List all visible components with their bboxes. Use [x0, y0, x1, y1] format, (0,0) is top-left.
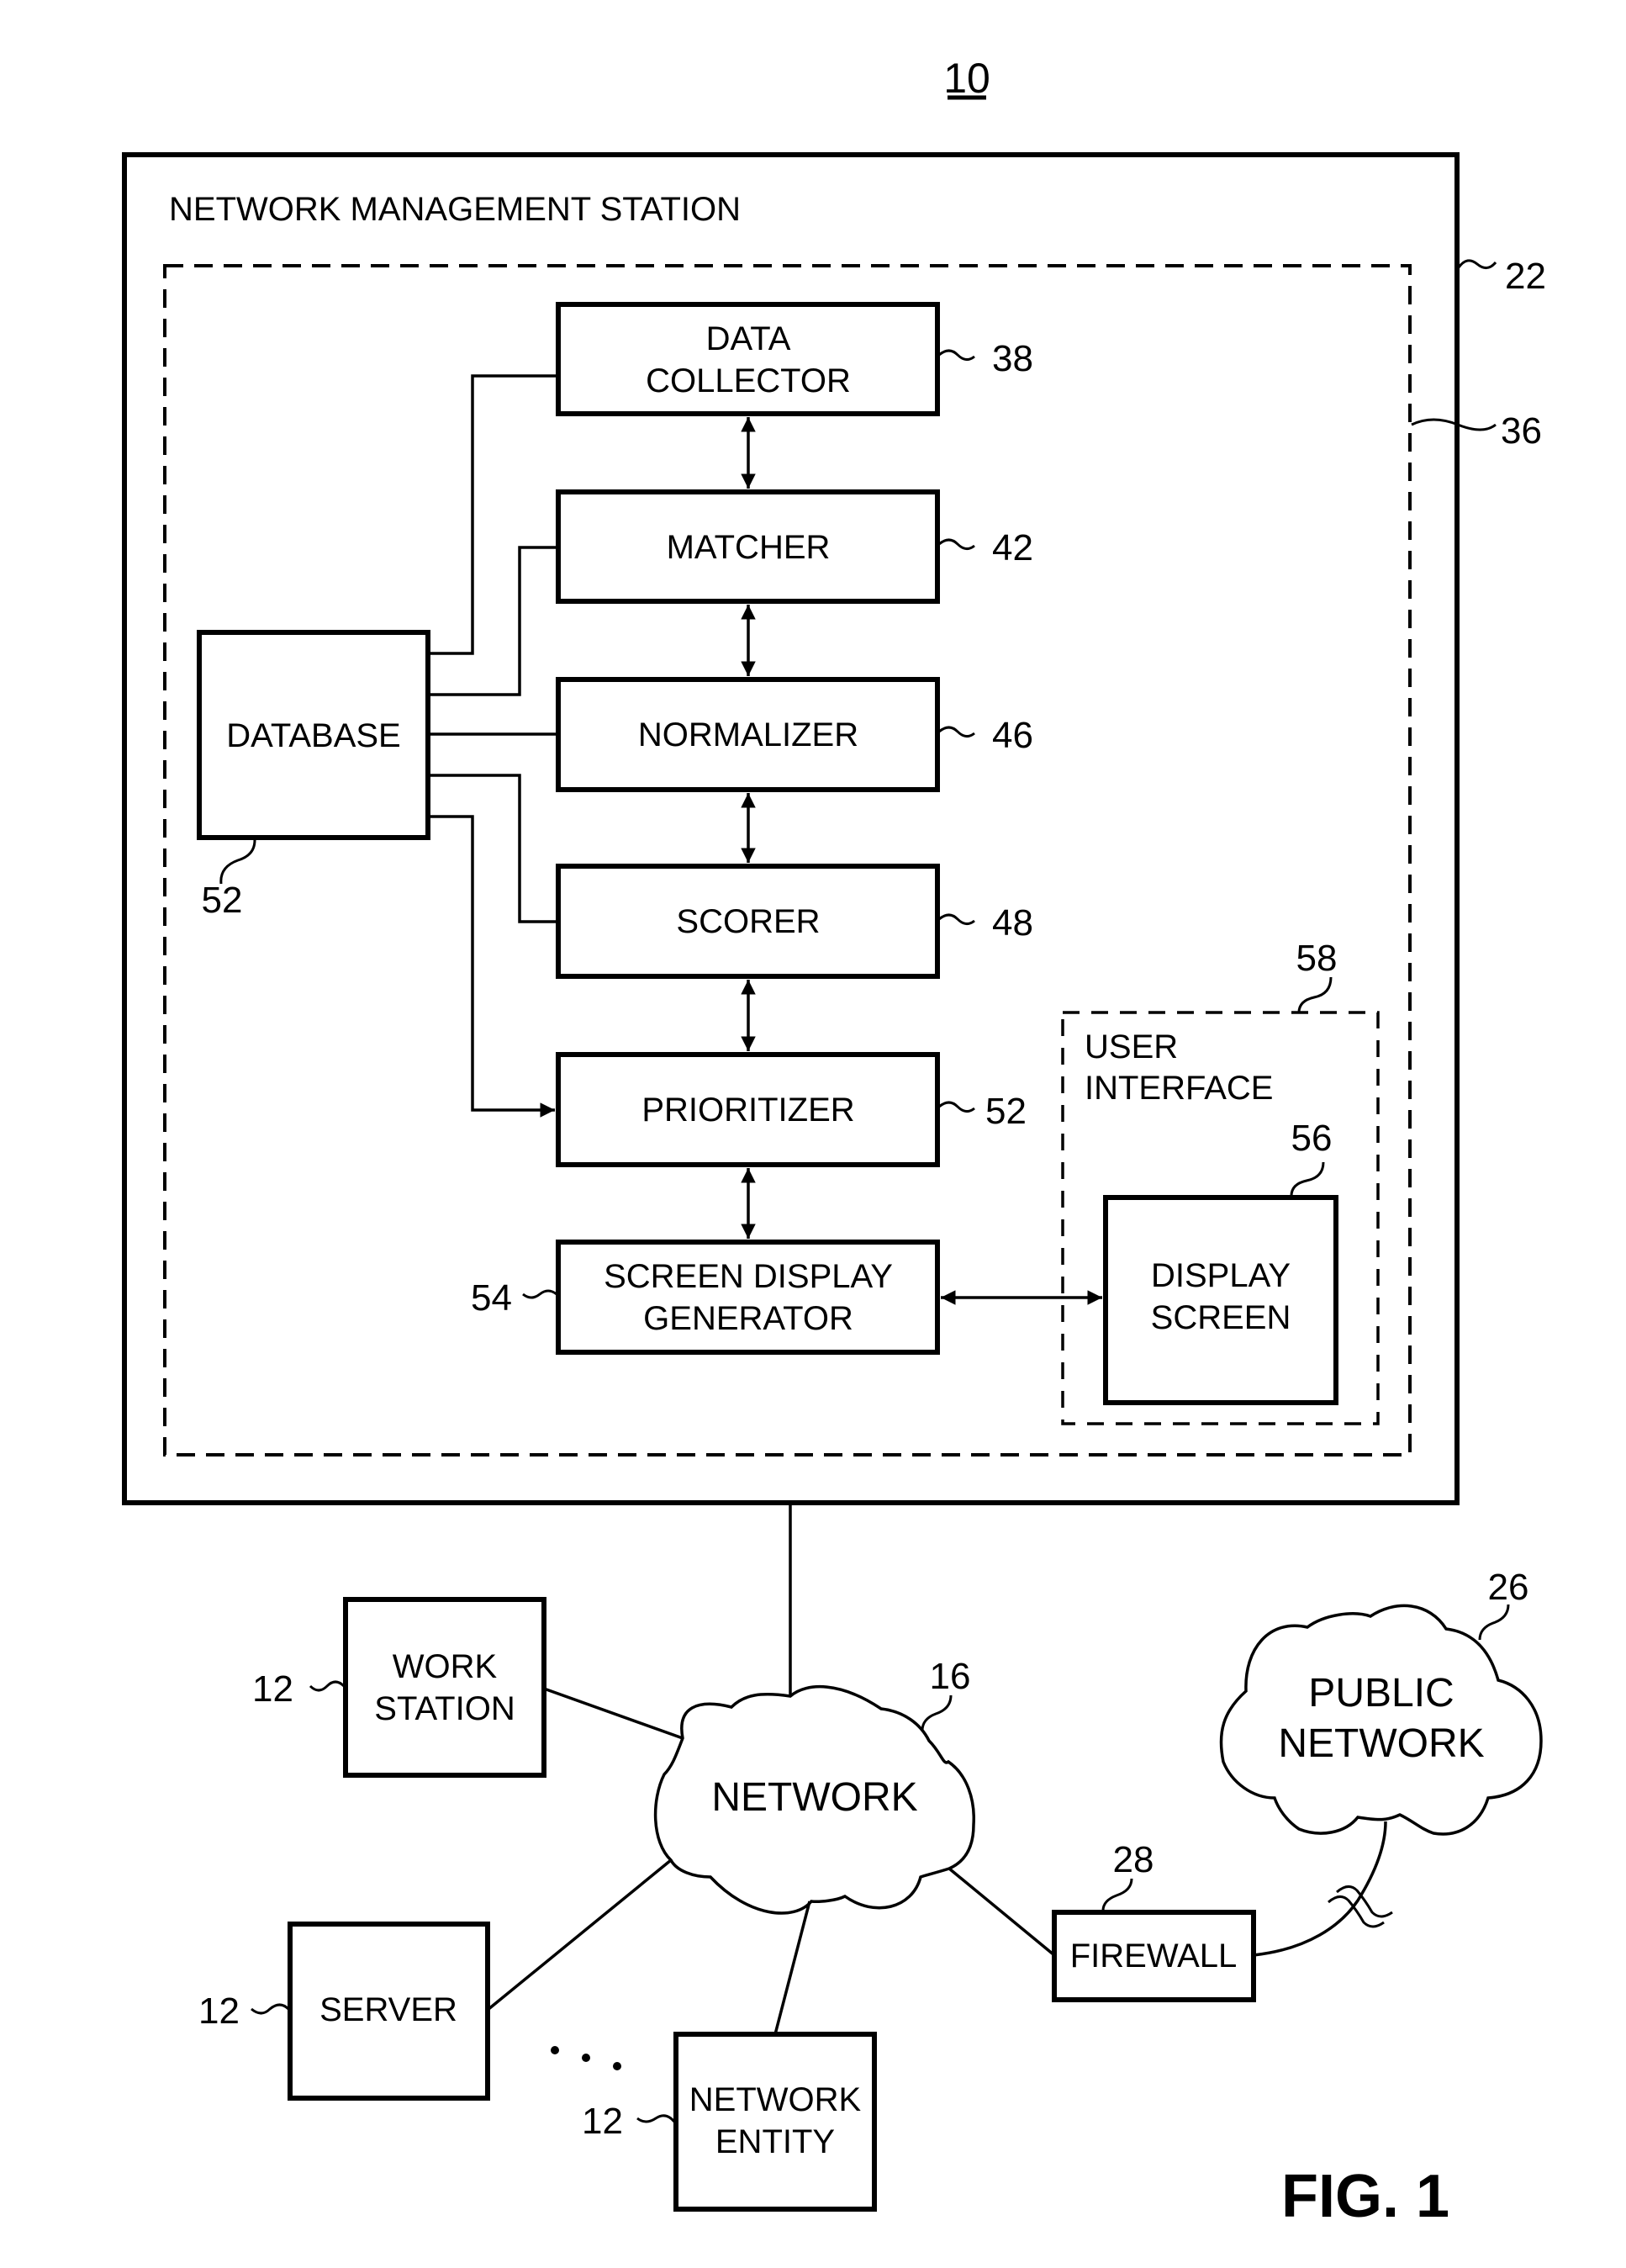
- server-label: SERVER: [319, 1991, 457, 2028]
- leader-22: [1457, 259, 1497, 269]
- display-label-1: DISPLAY: [1151, 1257, 1291, 1294]
- generator-label-1: SCREEN DISPLAY: [604, 1258, 893, 1295]
- display-label-2: SCREEN: [1151, 1299, 1291, 1336]
- matcher-label: MATCHER: [667, 529, 831, 566]
- ui-label-2: INTERFACE: [1085, 1070, 1273, 1107]
- leader-26: [1478, 1604, 1510, 1641]
- link-network-firewall: [948, 1867, 1056, 1957]
- leader-16: [921, 1694, 953, 1731]
- link-workstation-network: [543, 1687, 684, 1740]
- ref-46: 46: [992, 715, 1033, 756]
- ellipsis-dot: [582, 2054, 590, 2062]
- prioritizer-label: PRIORITIZER: [641, 1092, 854, 1129]
- data-collector-label-2: COLLECTOR: [646, 362, 851, 399]
- scorer-label: SCORER: [676, 903, 820, 940]
- ref-22: 22: [1505, 256, 1546, 297]
- entity-network-entity: NETWORK ENTITY 12: [582, 2032, 877, 2212]
- leader-ws-12: [309, 1680, 346, 1692]
- ref-56: 56: [1291, 1118, 1333, 1159]
- network-entity-label-1: NETWORK: [689, 2081, 862, 2118]
- ref-26: 26: [1488, 1567, 1529, 1608]
- ref-58: 58: [1296, 938, 1338, 979]
- public-network-cloud: [1219, 1604, 1543, 1836]
- generator-label-2: GENERATOR: [643, 1300, 853, 1337]
- link-firewall-public-network: [1253, 1821, 1387, 1957]
- network-entity-label-2: ENTITY: [715, 2123, 835, 2160]
- leader-28: [1101, 1878, 1133, 1911]
- public-network-label-1: PUBLIC: [1308, 1671, 1454, 1716]
- ref-server-12: 12: [198, 1990, 240, 2032]
- network-label: NETWORK: [711, 1775, 917, 1820]
- station-title: NETWORK MANAGEMENT STATION: [169, 191, 741, 228]
- entity-server: SERVER 12: [198, 1922, 490, 2101]
- ellipsis-dot: [613, 2062, 621, 2070]
- work-station-box: [343, 1597, 546, 1778]
- leader-server-12: [251, 2003, 290, 2015]
- link-server-network: [486, 1858, 673, 2012]
- link-network-entity: [773, 1901, 811, 2035]
- ui-label-1: USER: [1085, 1028, 1178, 1065]
- ref-36: 36: [1501, 410, 1542, 452]
- ref-48: 48: [992, 902, 1033, 944]
- ellipsis-dot: [551, 2046, 559, 2054]
- ref-16: 16: [930, 1656, 971, 1697]
- network-entity-box: [673, 2032, 877, 2212]
- figure-caption: FIG. 1: [1281, 2163, 1449, 2230]
- entity-work-station: WORK STATION 12: [252, 1597, 546, 1778]
- database-label: DATABASE: [226, 717, 400, 754]
- ellipsis-dots: [551, 2046, 621, 2070]
- ref-28: 28: [1113, 1839, 1154, 1880]
- ref-38: 38: [992, 338, 1033, 379]
- data-collector-label-1: DATA: [706, 320, 791, 357]
- ref-ws-12: 12: [252, 1668, 293, 1710]
- public-network-label-2: NETWORK: [1278, 1721, 1484, 1766]
- work-station-label-2: STATION: [374, 1690, 515, 1727]
- ref-52: 52: [985, 1091, 1027, 1132]
- normalizer-label: NORMALIZER: [638, 716, 858, 753]
- ref-db-52: 52: [202, 880, 243, 921]
- ref-ne-12: 12: [582, 2101, 623, 2142]
- ref-42: 42: [992, 527, 1033, 568]
- network-diagram: 10 NETWORK MANAGEMENT STATION 22 36 DATA…: [122, 55, 1546, 2230]
- leader-ne-12: [636, 2114, 676, 2123]
- ref-54: 54: [471, 1277, 512, 1319]
- firewall-label: FIREWALL: [1070, 1938, 1238, 1975]
- figure-number: 10: [943, 55, 990, 102]
- work-station-label-1: WORK: [393, 1648, 498, 1685]
